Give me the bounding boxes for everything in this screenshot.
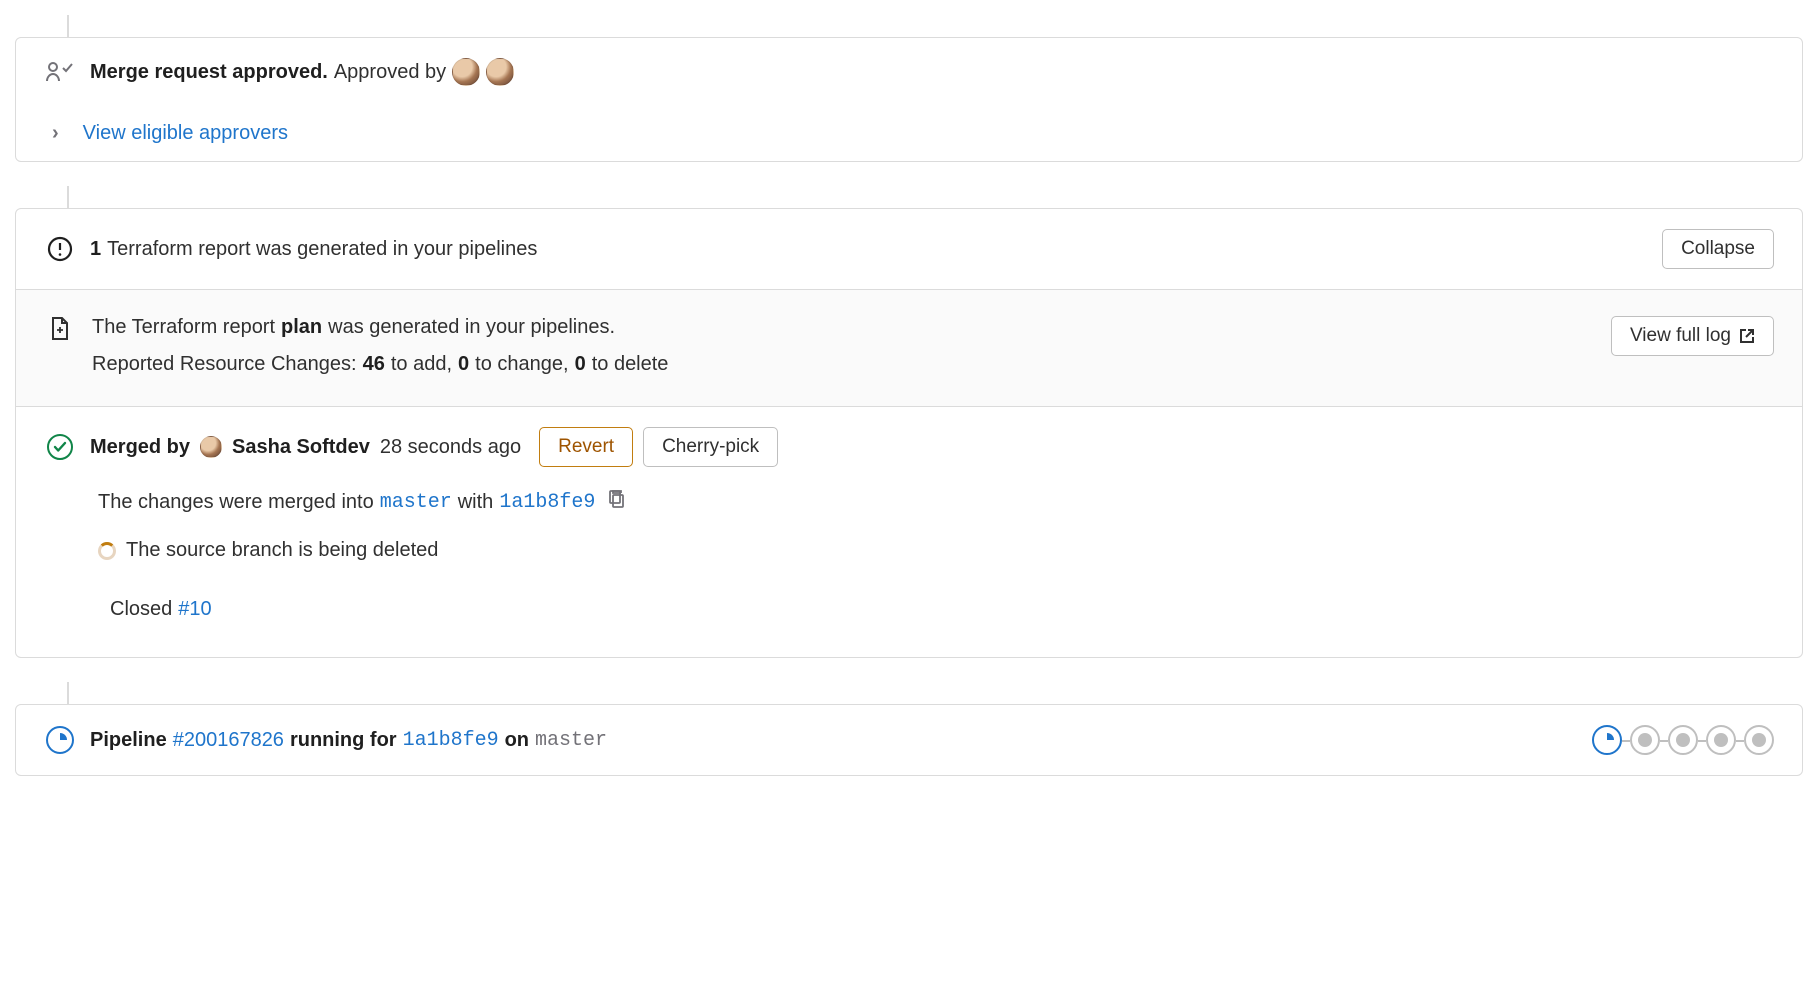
warning-icon [44,236,76,262]
approval-title-rest: Approved by [334,61,446,84]
view-eligible-approvers-link[interactable]: View eligible approvers [83,122,288,145]
merged-into-line: The changes were merged into master with… [98,489,1774,515]
merger-avatar[interactable] [200,436,222,458]
pipeline-prefix: Pipeline [90,729,167,752]
terraform-header-rest: Terraform report was generated in your p… [107,238,537,261]
pipeline-stage-1[interactable] [1592,725,1622,755]
file-diff-icon [44,316,76,342]
view-full-log-label: View full log [1630,325,1731,347]
merged-by-row: Merged by Sasha Softdev 28 seconds ago R… [90,427,1774,467]
closed-issue-link[interactable]: #10 [178,598,211,621]
pipeline-text: Pipeline #200167826 running for 1a1b8fe9… [90,729,1578,752]
pipeline-widget: Pipeline #200167826 running for 1a1b8fe9… [15,704,1803,776]
pipeline-id-link[interactable]: #200167826 [173,729,284,752]
terraform-count: 1 [90,238,101,261]
spinner-icon [98,542,116,560]
terraform-header-text: 1 Terraform report was generated in your… [90,238,1648,261]
approval-icon [44,61,76,83]
cherry-pick-button[interactable]: Cherry-pick [643,427,778,467]
terraform-widget: 1 Terraform report was generated in your… [15,208,1803,658]
approver-avatar-1[interactable] [452,58,480,86]
timeline-connector [67,682,69,704]
chevron-right-icon[interactable]: › [44,122,67,145]
branch-deleting-line: The source branch is being deleted [98,539,1774,562]
terraform-body-line1: The Terraform report plan was generated … [92,316,1595,339]
merged-by-prefix: Merged by [90,436,190,459]
merger-name-link[interactable]: Sasha Softdev [232,436,370,459]
collapse-button[interactable]: Collapse [1662,229,1774,269]
merged-time: 28 seconds ago [380,436,521,459]
pipeline-stages [1592,725,1774,755]
closed-issues-line: Closed #10 [110,598,1774,621]
approver-avatar-2[interactable] [486,58,514,86]
pipeline-branch: master [535,729,607,752]
approval-text: Merge request approved. Approved by [90,58,1774,86]
timeline-connector [67,15,69,37]
merge-commit-link[interactable]: 1a1b8fe9 [499,491,595,514]
pipeline-stage-2[interactable] [1630,725,1660,755]
revert-button[interactable]: Revert [539,427,633,467]
pipeline-stage-3[interactable] [1668,725,1698,755]
timeline-connector [67,186,69,208]
status-success-icon [44,434,76,460]
external-link-icon [1739,328,1755,344]
pipeline-mid1: running for [290,729,397,752]
view-full-log-button[interactable]: View full log [1611,316,1774,356]
pipeline-mid2: on [505,729,529,752]
pipeline-stage-4[interactable] [1706,725,1736,755]
terraform-body-line2: Reported Resource Changes: 46 to add, 0 … [92,353,1595,376]
target-branch-link[interactable]: master [380,491,452,514]
copy-commit-icon[interactable] [607,489,627,515]
pipeline-stage-5[interactable] [1744,725,1774,755]
approval-title-strong: Merge request approved. [90,61,328,84]
pipeline-commit-link[interactable]: 1a1b8fe9 [403,729,499,752]
approval-widget: Merge request approved. Approved by › Vi… [15,37,1803,162]
status-running-icon [44,726,76,754]
